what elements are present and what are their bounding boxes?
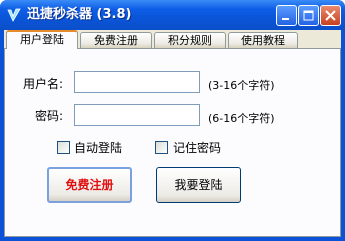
app-logo-icon [6, 7, 22, 23]
tab-user-login[interactable]: 用户登陆 [6, 30, 78, 49]
password-input[interactable] [74, 104, 200, 126]
free-register-button[interactable]: 免费注册 [47, 167, 132, 203]
minimize-button[interactable] [276, 5, 297, 26]
login-panel: 用户名: (3-16个字符) 密码: (6-16个字符) 自动登陆 记住密码 免… [4, 48, 341, 237]
minimize-icon [282, 18, 289, 20]
tab-bar: 用户登陆 免费注册 积分规则 使用教程 [4, 30, 341, 49]
maximize-button[interactable] [298, 5, 319, 26]
auto-login-label[interactable]: 自动登陆 [74, 139, 122, 156]
tab-tutorial[interactable]: 使用教程 [228, 32, 298, 48]
maximize-icon [303, 10, 314, 21]
remember-password-label[interactable]: 记住密码 [173, 139, 221, 156]
password-hint: (6-16个字符) [208, 112, 275, 125]
remember-password-checkbox[interactable] [155, 141, 168, 154]
tab-points-rules[interactable]: 积分规则 [154, 32, 226, 48]
password-label: 密码: [35, 109, 64, 123]
username-label: 用户名: [23, 77, 64, 91]
title-bar[interactable]: 迅捷秒杀器 (3.8) [0, 0, 345, 30]
tab-free-register[interactable]: 免费注册 [80, 32, 152, 48]
client-area: 用户登陆 免费注册 积分规则 使用教程 用户名: (3-16个字符) 密码: (… [4, 30, 341, 237]
window-title: 迅捷秒杀器 (3.8) [27, 7, 132, 22]
close-icon [325, 10, 336, 21]
username-input[interactable] [74, 71, 200, 93]
close-button[interactable] [320, 5, 341, 26]
login-button[interactable]: 我要登陆 [156, 167, 241, 203]
auto-login-checkbox[interactable] [57, 141, 70, 154]
app-window: 迅捷秒杀器 (3.8) 用户登陆 免费注册 积分规则 使用教程 用户名: (3-… [0, 0, 345, 241]
username-hint: (3-16个字符) [208, 79, 275, 92]
